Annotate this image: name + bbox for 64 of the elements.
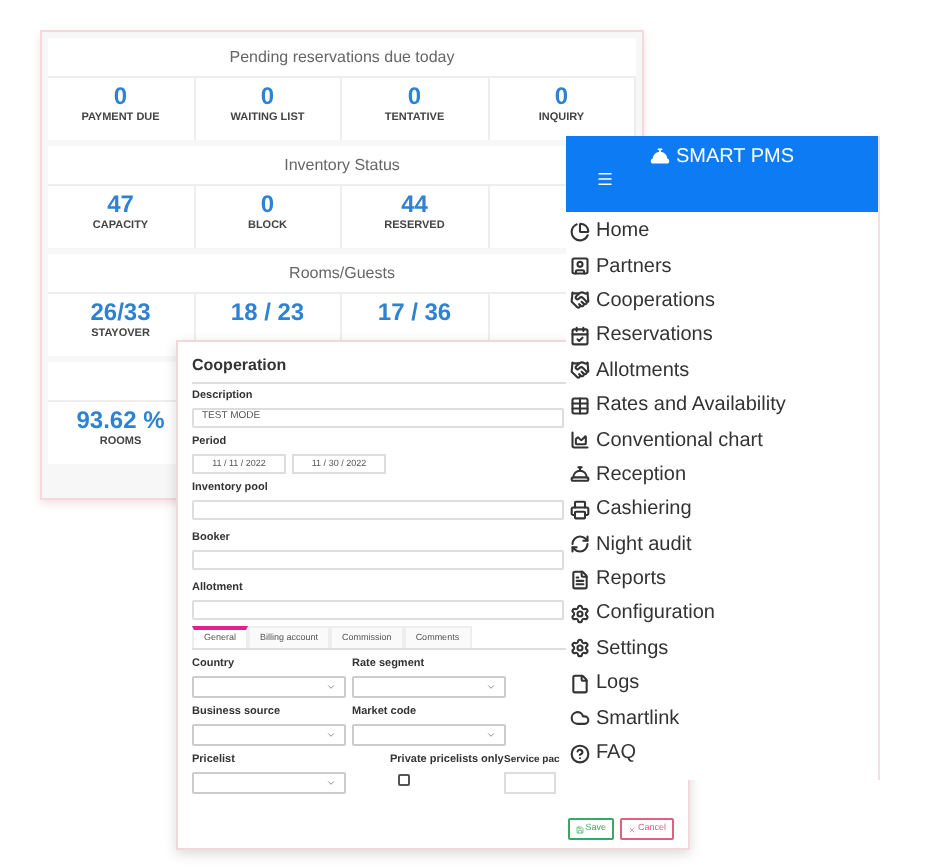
checkbox[interactable] xyxy=(398,774,410,786)
cloud-icon xyxy=(570,708,590,729)
stat-value: 47 xyxy=(107,192,134,218)
contact-card-icon xyxy=(570,256,590,277)
pie-chart-icon xyxy=(570,221,590,242)
select-field[interactable] xyxy=(352,676,506,698)
refresh-icon xyxy=(570,534,590,555)
area-chart-icon xyxy=(570,430,590,451)
select-field[interactable] xyxy=(192,676,346,698)
calendar-check-icon xyxy=(570,325,590,346)
sidebar-item[interactable]: Logs xyxy=(566,666,878,701)
document-icon xyxy=(570,569,590,590)
register-icon xyxy=(570,499,590,520)
input-field[interactable] xyxy=(192,550,564,570)
select-field[interactable] xyxy=(192,724,346,746)
menu-icon[interactable] xyxy=(596,170,614,188)
select-field[interactable] xyxy=(352,724,506,746)
save-icon xyxy=(575,825,584,833)
chevron-down-icon xyxy=(326,778,336,788)
stat-value: 0 xyxy=(260,192,275,218)
sidebar-item[interactable]: Settings xyxy=(566,631,878,667)
sidebar-item[interactable]: Home xyxy=(566,214,878,249)
bell-icon xyxy=(570,464,590,485)
table-icon xyxy=(570,395,590,416)
sidebar-item[interactable]: Conventional chart xyxy=(566,422,878,458)
stat-value: 0 xyxy=(260,84,275,110)
sidebar-item[interactable]: Smartlink xyxy=(566,700,878,736)
stat-value: 0 xyxy=(113,84,128,110)
sidebar-item[interactable]: FAQ xyxy=(566,735,878,771)
bell-icon xyxy=(649,146,670,166)
stat-value: 44 xyxy=(401,192,428,218)
help-icon xyxy=(570,743,590,764)
sidebar-item[interactable]: Night audit xyxy=(566,527,878,562)
sidebar-item[interactable]: Cooperations xyxy=(566,283,878,319)
stat-value: 26/33 xyxy=(90,300,151,326)
handshake-icon xyxy=(570,290,590,311)
section-title: Pending reservations due today xyxy=(229,45,455,69)
select-field[interactable] xyxy=(192,772,346,794)
chevron-down-icon xyxy=(326,730,336,740)
stat-value: 0 xyxy=(407,84,422,110)
input-field[interactable] xyxy=(192,600,564,620)
app-title: SMART PMS xyxy=(675,143,795,171)
chevron-down-icon xyxy=(326,682,336,692)
sidebar-item[interactable]: Reception xyxy=(566,457,878,493)
sidebar-item[interactable]: Partners xyxy=(566,248,878,284)
chevron-down-icon xyxy=(486,682,496,692)
chevron-down-icon xyxy=(486,730,496,740)
document-icon xyxy=(570,673,590,694)
stat-value: 17 / 36 xyxy=(377,300,452,326)
stat-value: 0 xyxy=(554,84,569,110)
sidebar-item[interactable]: Rates and Availability xyxy=(566,387,878,423)
input-field[interactable] xyxy=(504,772,556,794)
sidebar-item[interactable]: Reports xyxy=(566,561,878,597)
gear-icon xyxy=(570,603,590,624)
sidebar-item[interactable]: Configuration xyxy=(566,596,878,632)
sidebar-item[interactable]: Cashiering xyxy=(566,492,878,528)
handshake-icon xyxy=(570,360,590,381)
gear-icon xyxy=(570,638,590,659)
stat-value: 18 / 23 xyxy=(230,300,305,326)
section-title: Rooms/Guests xyxy=(289,261,395,285)
input-field[interactable] xyxy=(192,500,564,520)
section-title: Inventory Status xyxy=(284,153,400,177)
sidebar-item[interactable]: Reservations xyxy=(566,318,878,354)
stat-value: 93.62 % xyxy=(76,408,165,434)
